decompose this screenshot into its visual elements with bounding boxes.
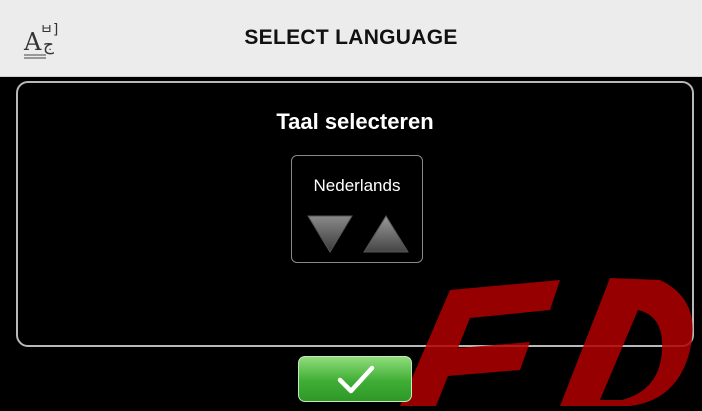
triangle-down-icon[interactable]: [306, 212, 354, 256]
selected-language: Nederlands: [313, 176, 401, 195]
language-picker: Nederlands: [291, 155, 423, 263]
header-bar: A ㅂ] ج SELECT LANGUAGE: [0, 0, 702, 77]
confirm-button[interactable]: [298, 356, 412, 402]
page-title: SELECT LANGUAGE: [244, 26, 458, 49]
triangle-up-icon[interactable]: [362, 212, 410, 256]
language-panel: Taal selecteren Nederlands: [16, 81, 694, 347]
checkmark-icon: [337, 365, 375, 394]
panel-title: Taal selecteren: [276, 109, 434, 134]
